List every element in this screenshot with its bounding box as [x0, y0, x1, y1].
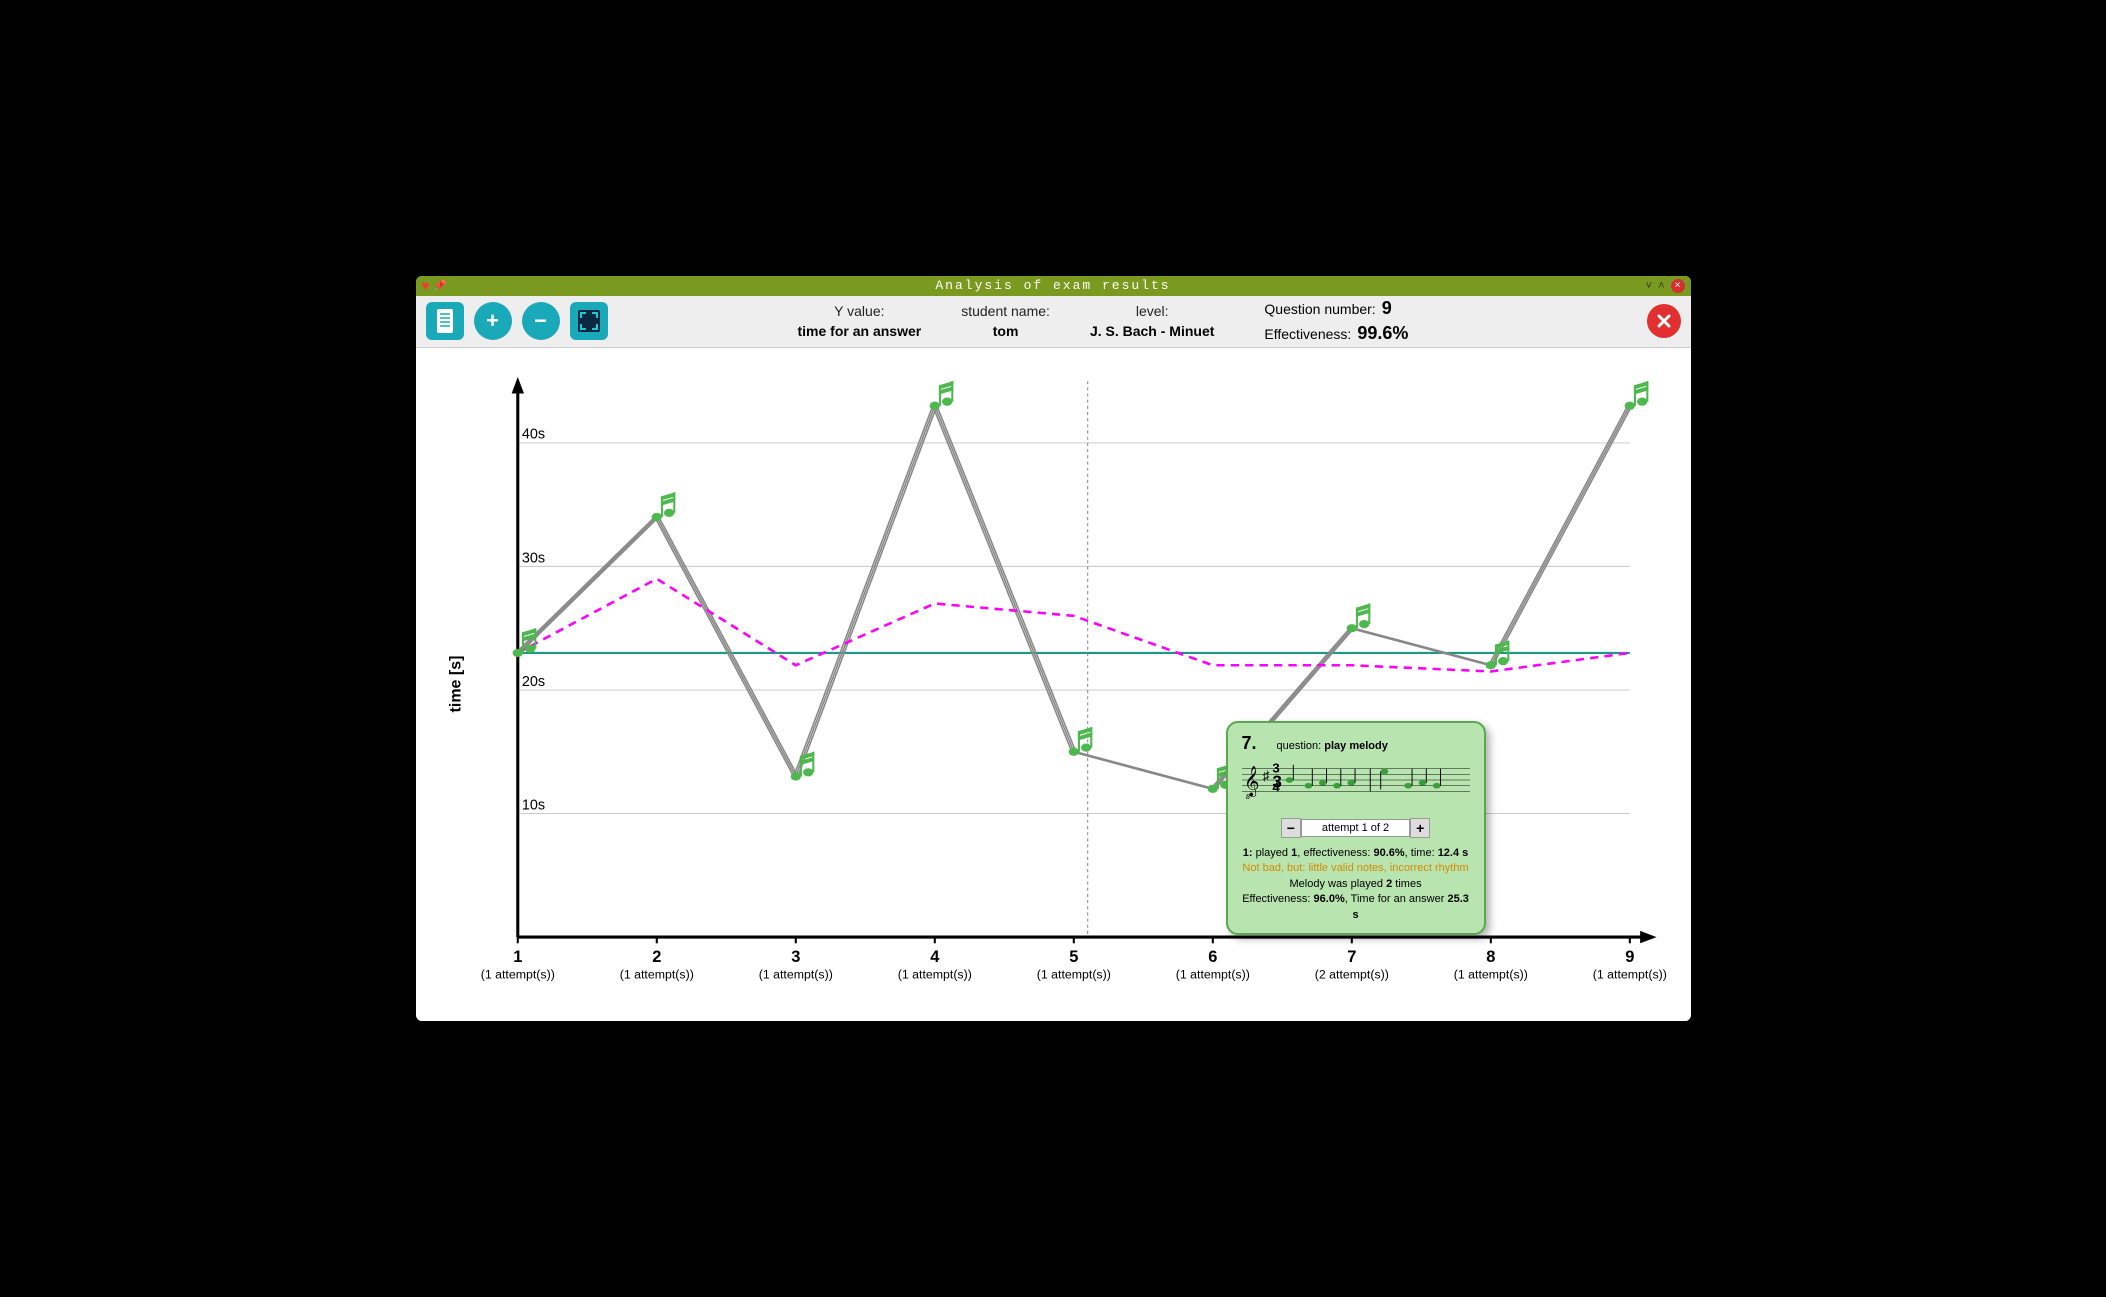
maximize-button[interactable]: ˄ — [1658, 280, 1664, 292]
music-staff: 𝄞 ♯ 3 3 4 8 — [1242, 760, 1470, 800]
svg-text:(1 attempt(s)): (1 attempt(s)) — [758, 967, 832, 981]
svg-text:(1 attempt(s)): (1 attempt(s)) — [897, 967, 971, 981]
chart-svg[interactable]: 10s 20s 30s 40s 1 (1 attempt(s)) 2 (1 attempt(s… — [456, 358, 1671, 1001]
attempt-stepper: − attempt 1 of 2 + — [1242, 818, 1470, 838]
svg-text:1: 1 — [513, 947, 522, 965]
pin-icon[interactable]: 📌 — [433, 279, 447, 292]
window-title: Analysis of exam results — [935, 278, 1170, 293]
student-block: student name: tom — [961, 303, 1050, 339]
svg-text:20s: 20s — [521, 673, 544, 689]
level-block: level: J. S. Bach - Minuet — [1090, 303, 1214, 339]
svg-text:(2 attempt(s)): (2 attempt(s)) — [1314, 967, 1388, 981]
fullscreen-button[interactable] — [570, 302, 608, 340]
student-name: tom — [993, 323, 1019, 339]
effectiveness-label: Effectiveness: — [1264, 326, 1351, 342]
app-window: ♥ 📌 Analysis of exam results ˅ ˄ × + − Y… — [416, 276, 1691, 1021]
stat-line-1: 1: played 1, effectiveness: 90.6%, time:… — [1242, 846, 1470, 861]
note-marker-icon[interactable] — [1624, 381, 1648, 410]
stat-line-3: Melody was played 2 times — [1242, 877, 1470, 892]
svg-text:3: 3 — [791, 947, 800, 965]
zoom-out-button[interactable]: − — [522, 302, 560, 340]
y-value-label: Y value: — [834, 303, 884, 319]
svg-text:10s: 10s — [521, 797, 544, 813]
info-group: Y value: time for an answer student name… — [798, 303, 1215, 339]
svg-text:(1 attempt(s)): (1 attempt(s)) — [1453, 967, 1527, 981]
svg-text:5: 5 — [1069, 947, 1078, 965]
svg-text:3: 3 — [1272, 760, 1279, 775]
student-label: student name: — [961, 303, 1050, 319]
level-name: J. S. Bach - Minuet — [1090, 323, 1214, 339]
svg-text:(1 attempt(s)): (1 attempt(s)) — [619, 967, 693, 981]
stat-line-4: Effectiveness: 96.0%, Time for an answer… — [1242, 892, 1470, 923]
svg-text:(1 attempt(s)): (1 attempt(s)) — [1592, 967, 1666, 981]
svg-text:(1 attempt(s)): (1 attempt(s)) — [1036, 967, 1110, 981]
heart-icon: ♥ — [422, 278, 430, 293]
svg-text:♯: ♯ — [1262, 768, 1269, 783]
svg-text:4: 4 — [930, 947, 940, 965]
note-marker-icon[interactable] — [1485, 640, 1509, 669]
minimize-button[interactable]: ˅ — [1646, 280, 1652, 292]
note-marker-icon[interactable] — [651, 492, 675, 521]
y-axis-label: time [s] — [447, 656, 465, 713]
note-marker-icon[interactable] — [1346, 603, 1370, 632]
svg-text:8: 8 — [1486, 947, 1495, 965]
svg-text:2: 2 — [652, 947, 661, 965]
titlebar-left: ♥ 📌 — [416, 278, 447, 293]
level-label: level: — [1136, 303, 1169, 319]
chart-area[interactable]: time [s] 10s 20s 30s 40s 1 (1 attempt(s)) 2 (1 … — [416, 348, 1691, 1021]
close-panel-button[interactable] — [1647, 304, 1681, 338]
effectiveness-value: 99.6% — [1357, 323, 1408, 344]
stat-line-2: Not bad, but: little valid notes, incorr… — [1242, 861, 1470, 876]
svg-text:4: 4 — [1272, 779, 1280, 794]
close-button[interactable]: × — [1671, 279, 1685, 293]
stats-group: Question number: 9 Effectiveness: 99.6% — [1264, 298, 1408, 344]
titlebar-controls: ˅ ˄ × — [1646, 279, 1691, 293]
y-value-block: Y value: time for an answer — [798, 303, 922, 339]
attempt-label: attempt 1 of 2 — [1301, 819, 1410, 837]
tooltip: 7. question: play melody 𝄞 ♯ 3 3 4 — [1226, 721, 1486, 935]
zoom-in-button[interactable]: + — [474, 302, 512, 340]
attempt-next-button[interactable]: + — [1410, 818, 1430, 838]
tooltip-question-number: 7. — [1242, 733, 1257, 754]
svg-text:(1 attempt(s)): (1 attempt(s)) — [480, 967, 554, 981]
question-number-row: Question number: 9 — [1264, 298, 1408, 319]
question-number-label: Question number: — [1264, 301, 1375, 317]
tooltip-stats: 1: played 1, effectiveness: 90.6%, time:… — [1242, 846, 1470, 923]
note-marker-icon[interactable] — [929, 381, 953, 410]
question-number: 9 — [1382, 298, 1392, 319]
svg-text:(1 attempt(s)): (1 attempt(s)) — [1175, 967, 1249, 981]
y-value: time for an answer — [798, 323, 922, 339]
attempt-prev-button[interactable]: − — [1281, 818, 1301, 838]
settings-button[interactable] — [426, 302, 464, 340]
svg-text:6: 6 — [1208, 947, 1217, 965]
svg-text:30s: 30s — [521, 550, 544, 566]
tooltip-header: 7. question: play melody — [1242, 733, 1470, 754]
toolbar: + − Y value: time for an answer student … — [416, 296, 1691, 348]
effectiveness-row: Effectiveness: 99.6% — [1264, 323, 1408, 344]
svg-text:9: 9 — [1625, 947, 1634, 965]
svg-text:40s: 40s — [521, 426, 544, 442]
tooltip-question: question: play melody — [1277, 740, 1388, 752]
titlebar[interactable]: ♥ 📌 Analysis of exam results ˅ ˄ × — [416, 276, 1691, 296]
svg-text:7: 7 — [1347, 947, 1356, 965]
